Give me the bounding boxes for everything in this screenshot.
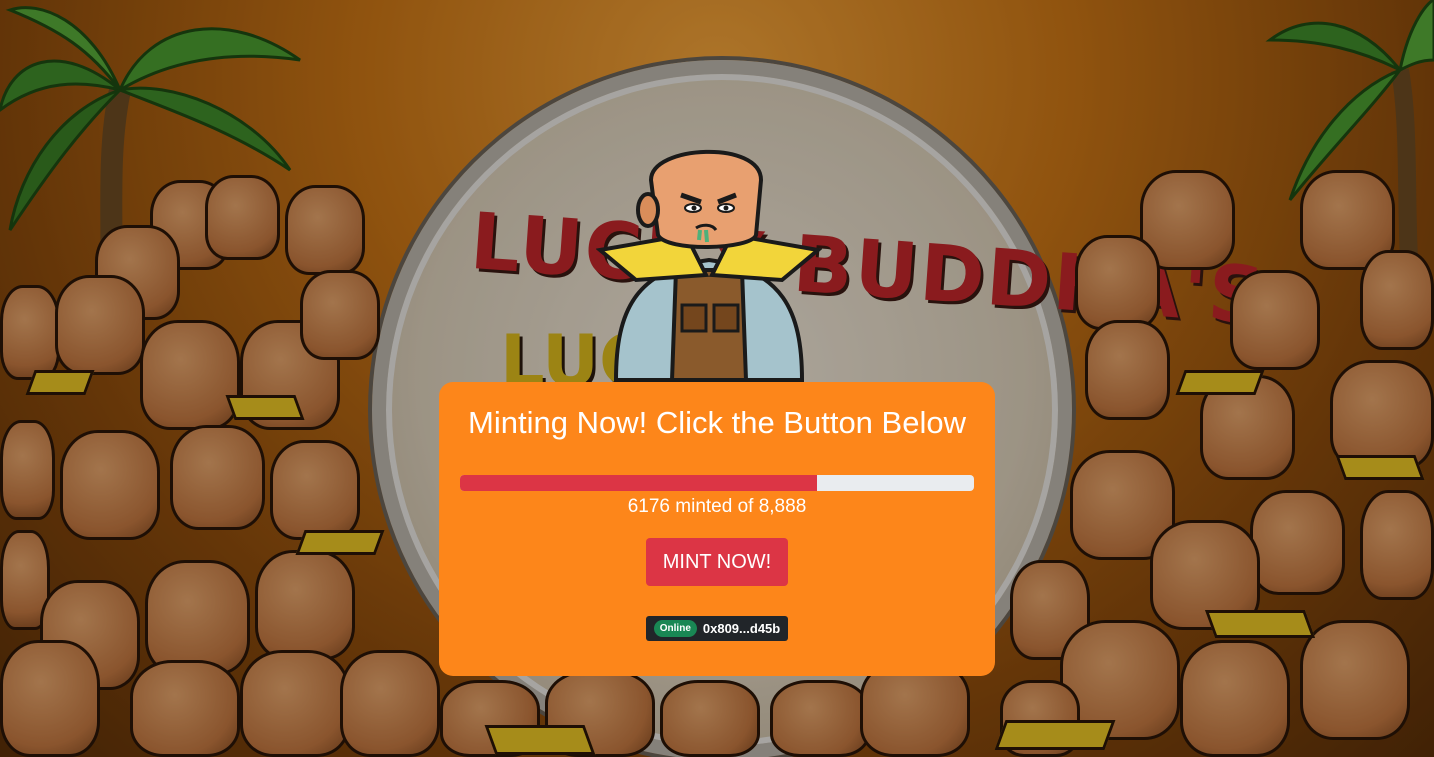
online-status-badge: Online (653, 620, 697, 637)
mint-progress-fill (460, 475, 818, 491)
mint-progress-bar (460, 475, 974, 491)
mint-now-button[interactable]: MINT NOW! (646, 538, 788, 586)
wallet-address-button[interactable]: Online 0x809...d45b (645, 616, 789, 641)
mint-title: Minting Now! Click the Button Below (468, 405, 966, 440)
wallet-address-text: 0x809...d45b (702, 621, 781, 636)
mascot-character-image (596, 149, 822, 382)
background-scene: LUCKY BUDDHA'S LUCKY (0, 0, 1434, 757)
mint-card: Minting Now! Click the Button Below 6176… (439, 382, 995, 676)
minted-count-text: 6176 minted of 8,888 (627, 496, 807, 517)
